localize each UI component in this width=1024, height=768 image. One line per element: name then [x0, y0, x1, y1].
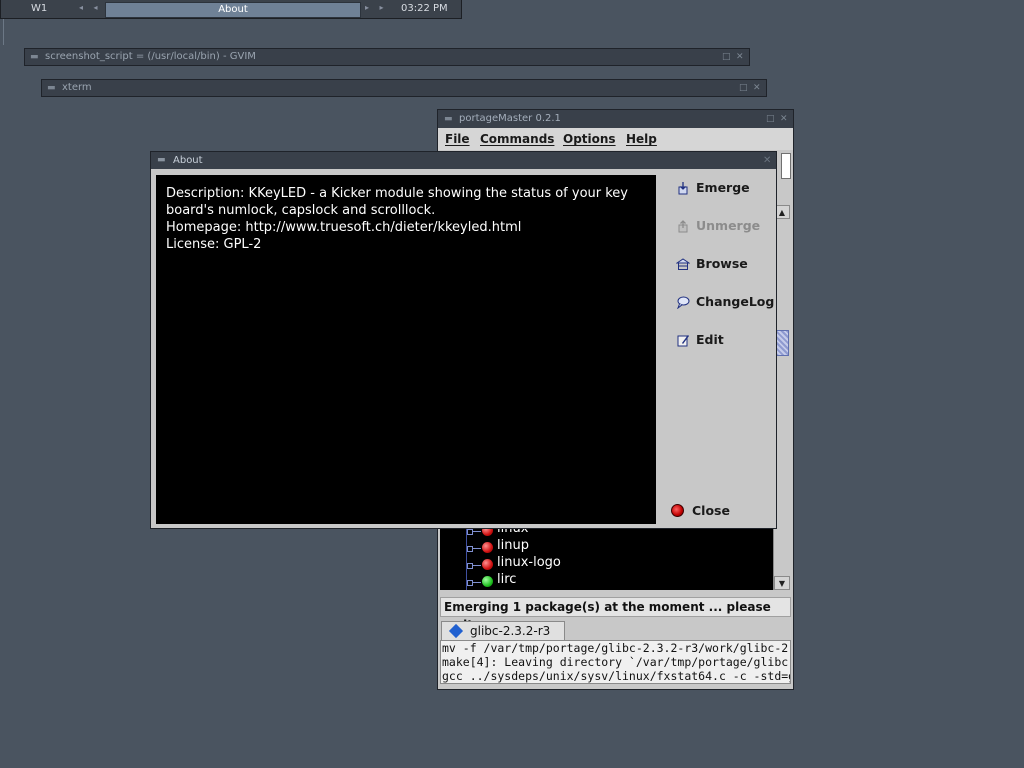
description-line: Description: KKeyLED - a Kicker module s…: [166, 186, 629, 201]
maximize-icon[interactable]: □: [766, 110, 775, 128]
log-line: mv -f /var/tmp/portage/glibc-2.3.2-r3/wo…: [442, 641, 791, 655]
expand-node-icon[interactable]: [467, 529, 473, 535]
log-line: gcc ../sysdeps/unix/sysv/linux/fxstat64.…: [442, 669, 791, 683]
tree-item-label: lirc: [497, 572, 517, 587]
desktop-edge-marker: [0, 19, 4, 45]
scroll-thumb[interactable]: [775, 330, 789, 356]
tree-row[interactable]: linup: [440, 538, 773, 556]
about-title: About: [173, 155, 203, 166]
status-red-icon: [482, 559, 493, 570]
close-icon[interactable]: ✕: [753, 80, 761, 96]
tree-row[interactable]: linux-logo: [440, 555, 773, 573]
tab-label: glibc-2.3.2-r3: [470, 624, 551, 638]
active-task-about[interactable]: About: [105, 2, 361, 18]
close-icon[interactable]: ✕: [736, 49, 744, 65]
status-red-icon: [482, 542, 493, 553]
tab-glibc[interactable]: glibc-2.3.2-r3: [441, 621, 565, 641]
build-log: mv -f /var/tmp/portage/glibc-2.3.2-r3/wo…: [440, 640, 791, 684]
menu-bar: File Commands Options Help: [438, 128, 793, 150]
portagemaster-title: portageMaster 0.2.1: [459, 113, 561, 124]
close-icon[interactable]: ✕: [780, 110, 788, 128]
status-green-icon: [482, 576, 493, 587]
taskbar-arrows-right[interactable]: ▸ ▸: [365, 3, 388, 12]
maximize-icon[interactable]: □: [739, 80, 748, 96]
license-line: License: GPL-2: [166, 237, 262, 252]
xterm-window-title: xterm: [62, 82, 92, 93]
expand-node-icon[interactable]: [467, 563, 473, 569]
clock: 03:22 PM: [401, 3, 448, 14]
expand-node-icon[interactable]: [467, 580, 473, 586]
log-line: make[4]: Leaving directory `/var/tmp/por…: [442, 655, 791, 669]
menu-options[interactable]: Options: [563, 132, 616, 146]
close-circle-icon: [671, 504, 684, 517]
unmerge-icon: [678, 220, 688, 233]
description-line: board's numlock, capslock and scrolllock…: [166, 203, 436, 218]
edit-icon: [677, 335, 689, 347]
menu-file[interactable]: File: [445, 132, 470, 146]
xterm-window-shaded[interactable]: ▬ xterm □ ✕: [41, 79, 767, 97]
taskbar: W1 ◂ ◂ About ▸ ▸ 03:22 PM: [0, 0, 462, 19]
emerge-icon: [678, 182, 688, 195]
workspace-label[interactable]: W1: [31, 3, 47, 14]
about-title-bar[interactable]: ▬ About ✕: [151, 152, 776, 169]
search-input[interactable]: [781, 153, 791, 179]
window-menu-icon[interactable]: ▬: [47, 80, 56, 96]
browse-icon: [676, 258, 690, 270]
portagemaster-title-bar[interactable]: ▬ portageMaster 0.2.1 □ ✕: [438, 110, 793, 128]
menu-commands[interactable]: Commands: [480, 132, 554, 146]
tree-item-label: linux-logo: [497, 555, 561, 570]
speech-bubble-icon: [677, 296, 690, 309]
maximize-icon[interactable]: □: [722, 49, 731, 65]
tree-item-label: linup: [497, 538, 529, 553]
expand-node-icon[interactable]: [467, 546, 473, 552]
scroll-down-icon[interactable]: ▼: [774, 576, 790, 590]
tree-row[interactable]: lirc: [440, 572, 773, 590]
about-dialog: ▬ About ✕ Description: KKeyLED - a Kicke…: [150, 151, 777, 529]
gvim-window-title: screenshot_script = (/usr/local/bin) - G…: [45, 51, 256, 62]
window-menu-icon[interactable]: ▬: [30, 49, 39, 65]
taskbar-arrows-left[interactable]: ◂ ◂: [79, 3, 102, 12]
window-menu-icon[interactable]: ▬: [157, 152, 166, 169]
homepage-line: Homepage: http://www.truesoft.ch/dieter/…: [166, 220, 522, 235]
status-bar: Emerging 1 package(s) at the moment ... …: [440, 597, 791, 632]
package-description: Description: KKeyLED - a Kicker module s…: [156, 175, 656, 524]
close-icon[interactable]: ✕: [763, 152, 771, 169]
diamond-icon: [448, 623, 464, 639]
menu-help[interactable]: Help: [626, 132, 657, 146]
gvim-window-shaded[interactable]: ▬ screenshot_script = (/usr/local/bin) -…: [24, 48, 750, 66]
window-menu-icon[interactable]: ▬: [444, 110, 453, 128]
